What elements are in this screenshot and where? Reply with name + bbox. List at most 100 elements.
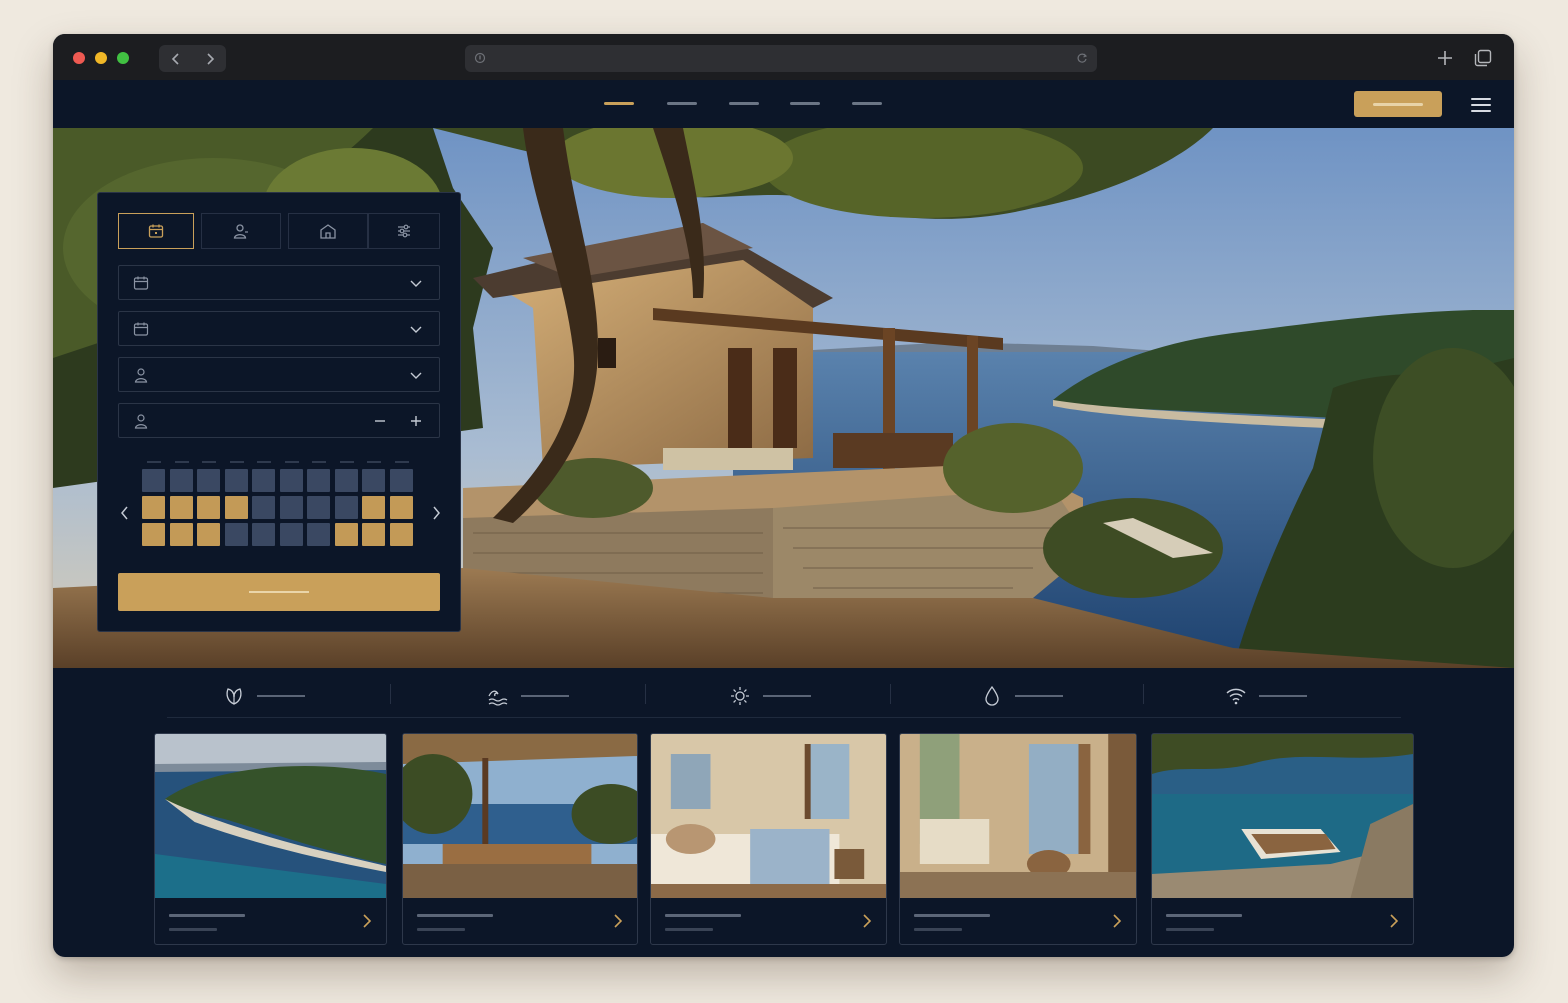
calendar-day-selected[interactable] [389,523,413,546]
calendar-day[interactable] [252,496,275,519]
amenity-sun [729,684,811,708]
tab-guests[interactable] [201,213,281,249]
leaf-icon [226,688,242,705]
site-info-icon[interactable] [473,51,487,65]
calendar-weekday-marker [312,461,326,463]
minimize-window-button[interactable] [95,52,107,64]
calendar-day[interactable] [142,469,165,492]
nav-item-3[interactable] [729,102,759,105]
calendar-day-selected[interactable] [389,496,413,519]
card-title [169,914,245,917]
wifi-icon [1226,688,1246,705]
forward-button[interactable] [193,45,226,72]
chevron-left-icon[interactable] [118,505,132,521]
water-drop-icon [985,685,999,706]
history-buttons [159,45,226,72]
calendar-day-selected[interactable] [334,523,358,546]
card-subtitle [1166,928,1214,931]
card-title [417,914,493,917]
calendar-day[interactable] [252,523,275,546]
gallery-card-living-room[interactable] [899,733,1137,945]
calendar-day-selected[interactable] [142,496,165,519]
minus-icon[interactable] [373,414,387,428]
check-out-field[interactable] [118,311,440,346]
calendar-day[interactable] [389,469,413,492]
back-button[interactable] [159,45,192,72]
amenity-wifi [1225,684,1307,708]
calendar-day[interactable] [334,469,358,492]
address-bar[interactable] [465,45,1097,72]
calendar-day[interactable] [197,469,220,492]
amenity-water [981,684,1063,708]
book-now-button[interactable] [1354,91,1442,117]
search-label [249,591,309,593]
calendar-day[interactable] [224,469,248,492]
amenity-label [763,695,811,697]
close-window-button[interactable] [73,52,85,64]
thumbnail-image [155,734,386,898]
thumbnail-image [403,734,637,898]
gallery-card-terrace[interactable] [402,733,638,945]
calendar-day[interactable] [224,523,248,546]
calendar-day-selected[interactable] [224,496,248,519]
nav-item-1[interactable] [604,102,634,105]
tab-overview-button[interactable] [1473,48,1493,68]
calendar-weekday-marker [229,461,244,463]
tab-dates[interactable] [118,213,194,249]
filters-icon [398,224,410,238]
card-title [1166,914,1242,917]
gallery-card-boat-cove[interactable] [1151,733,1414,945]
new-tab-button[interactable] [1435,48,1455,68]
calendar-day[interactable] [307,496,330,519]
guest-count-stepper[interactable] [118,403,440,438]
plus-icon [1438,51,1452,65]
calendar-day[interactable] [252,469,275,492]
gallery-card-bedroom[interactable] [650,733,887,945]
thumbnail-image [1152,734,1413,898]
calendar-day-selected[interactable] [169,523,193,546]
nav-item-5[interactable] [852,102,882,105]
tab-property[interactable] [288,213,368,249]
calendar-day-selected[interactable] [142,523,165,546]
nav-item-2[interactable] [667,102,697,105]
calendar-day[interactable] [279,496,303,519]
nav-item-4[interactable] [790,102,820,105]
reload-icon[interactable] [1075,51,1089,65]
calendar-day[interactable] [307,469,330,492]
calendar-day-selected[interactable] [362,523,385,546]
chevron-left-icon [171,52,179,65]
calendar-day[interactable] [279,523,303,546]
divider [1143,684,1144,704]
search-button[interactable] [118,573,440,611]
check-in-field[interactable] [118,265,440,300]
thumbnail-image [900,734,1136,898]
site-navigation [53,80,1514,128]
hamburger-icon[interactable] [1471,95,1491,113]
maximize-window-button[interactable] [117,52,129,64]
calendar-day-selected[interactable] [169,496,193,519]
chevron-right-icon [863,914,872,928]
guests-dropdown[interactable] [118,357,440,392]
calendar-day[interactable] [334,496,358,519]
sun-icon [731,687,749,705]
gallery-card-aerial-island[interactable] [154,733,387,945]
card-title [665,914,741,917]
house-icon [320,224,336,239]
calendar-day-selected[interactable] [197,523,220,546]
amenities-bar [53,668,1514,718]
calendar-day[interactable] [362,469,385,492]
calendar-day[interactable] [307,523,330,546]
calendar-weekday-marker [339,461,354,463]
section-divider [167,717,1401,718]
thumbnail-image [651,734,886,898]
calendar-day[interactable] [279,469,303,492]
chevron-right-icon[interactable] [429,505,443,521]
waves-icon [488,690,508,706]
calendar-weekday-marker [367,461,381,463]
tab-filters[interactable] [368,213,440,249]
calendar-day-selected[interactable] [197,496,220,519]
calendar-day[interactable] [169,469,193,492]
chevron-down-icon [410,326,422,333]
plus-icon[interactable] [409,414,423,428]
calendar-day-selected[interactable] [362,496,385,519]
